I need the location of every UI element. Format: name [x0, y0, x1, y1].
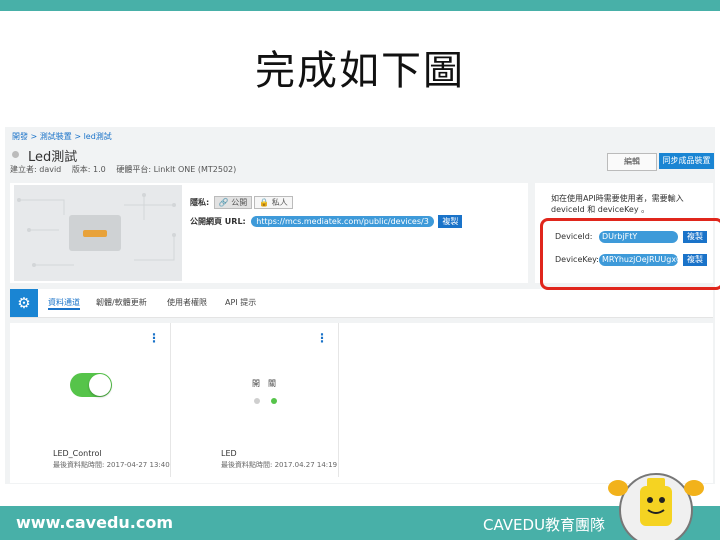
public-url-row: 公開網頁 URL: https://mcs.mediatek.com/publi… — [190, 215, 463, 228]
device-platform: 硬體平台: LinkIt ONE (MT2502) — [116, 165, 237, 174]
device-board-image — [14, 185, 182, 281]
tab-firmware-update[interactable]: 韌體/軟體更新 — [96, 297, 147, 308]
privacy-public-option[interactable]: 🔗 公開 — [213, 196, 253, 209]
tab-data-channels[interactable]: 資料通道 — [48, 297, 80, 310]
mediatek-logo-icon — [83, 230, 107, 237]
public-url-label: 公開網頁 URL: — [190, 217, 246, 226]
public-url-value[interactable]: https://mcs.mediatek.com/public/devices/… — [251, 216, 434, 227]
channel-time: 最後資料點時間: 2017-04-27 13:40 — [53, 461, 170, 469]
device-creator: 建立者: david — [10, 165, 62, 174]
chip-icon — [69, 215, 121, 251]
led-control-toggle[interactable] — [70, 373, 112, 397]
tab-user-permissions[interactable]: 使用者權限 — [167, 297, 207, 308]
channel-name: LED_Control — [53, 449, 102, 458]
device-meta: 建立者: david 版本: 1.0 硬體平台: LinkIt ONE (MT2… — [10, 164, 244, 175]
edit-button[interactable]: 編輯 — [607, 153, 657, 171]
copy-url-button[interactable]: 複製 — [438, 215, 463, 228]
more-menu-icon[interactable]: ⋮ — [316, 331, 328, 345]
breadcrumb[interactable]: 開發 > 測試裝置 > led測試 — [12, 131, 112, 142]
api-note: 如在使用API時需要使用者，需要輸入 deviceId 和 deviceKey … — [551, 194, 684, 214]
sync-product-button[interactable]: 同步成品裝置 — [659, 153, 714, 169]
privacy-label: 隱私: — [190, 198, 210, 207]
led-off-indicator — [254, 398, 260, 404]
device-info-panel: 隱私: 🔗 公開 🔒 私人 公開網頁 URL: https://mcs.media… — [10, 183, 528, 283]
channel-cards: ⋮ LED_Control 最後資料點時間: 2017-04-27 13:40 … — [10, 323, 713, 483]
slide-title: 完成如下圖 — [255, 48, 465, 94]
toggle-knob — [89, 374, 111, 396]
privacy-row: 隱私: 🔗 公開 🔒 私人 — [190, 196, 293, 209]
led-on-indicator — [271, 398, 277, 404]
channel-card-led: ⋮ 開 關 LED 最後資料點時間: 2017.04.27 14:19 — [190, 323, 339, 477]
device-version: 版本: 1.0 — [71, 165, 106, 174]
mascot-icon — [608, 473, 704, 540]
channel-card-led-control: ⋮ LED_Control 最後資料點時間: 2017-04-27 13:40 — [22, 323, 171, 477]
api-highlight-box — [540, 218, 720, 290]
status-dot-icon — [12, 151, 19, 158]
led-state-labels: 開 關 — [252, 379, 276, 388]
device-title: Led測試 — [28, 150, 78, 165]
channel-name: LED — [221, 449, 237, 458]
device-tabs: ⚙ 資料通道 韌體/軟體更新 使用者權限 API 提示 — [10, 289, 713, 318]
tab-api-hints[interactable]: API 提示 — [225, 297, 256, 308]
top-accent-bar — [0, 0, 720, 11]
footer-brand: CAVEDU教育團隊 — [483, 516, 606, 534]
gear-icon[interactable]: ⚙ — [10, 289, 38, 317]
mcs-screenshot: 開發 > 測試裝置 > led測試 Led測試 建立者: david 版本: 1… — [5, 127, 715, 484]
channel-time: 最後資料點時間: 2017.04.27 14:19 — [221, 461, 338, 469]
footer-url[interactable]: www.cavedu.com — [16, 513, 173, 532]
more-menu-icon[interactable]: ⋮ — [148, 331, 160, 345]
privacy-private-option[interactable]: 🔒 私人 — [254, 196, 293, 209]
